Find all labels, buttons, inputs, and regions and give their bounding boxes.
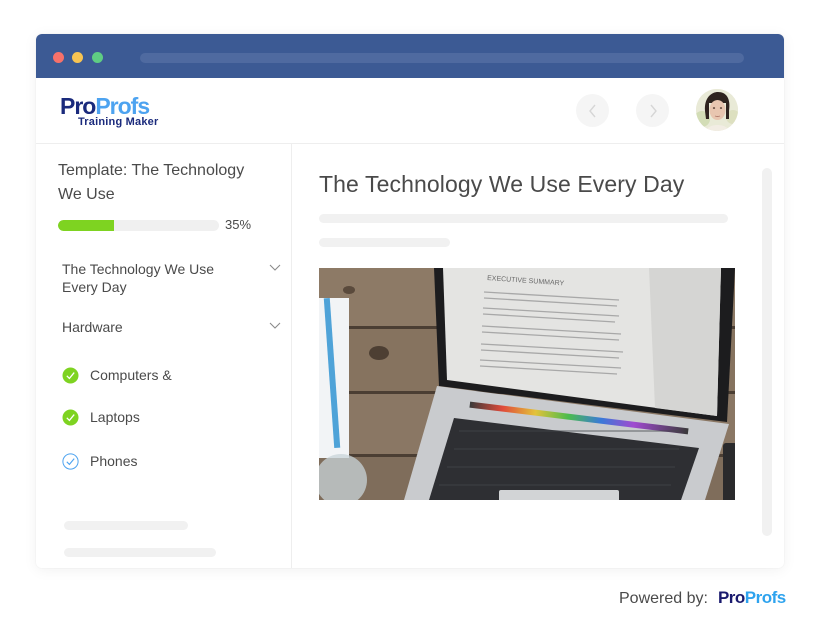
- maximize-window-button[interactable]: [92, 52, 103, 63]
- logo-product-name: Training Maker: [78, 116, 159, 128]
- check-circle-filled-icon: [62, 409, 79, 425]
- content-scrollbar[interactable]: [762, 168, 772, 536]
- sidebar-section-technology[interactable]: The Technology We Use Every Day: [62, 260, 282, 296]
- course-progress-fill: [58, 220, 115, 231]
- chevron-down-icon: [269, 264, 281, 271]
- placeholder-line: [319, 214, 728, 223]
- lesson-label: Laptops: [90, 409, 140, 425]
- course-progress-bar: [58, 220, 219, 231]
- sidebar-section-hardware[interactable]: Hardware: [62, 318, 282, 336]
- lesson-item-laptops[interactable]: Laptops: [62, 408, 140, 426]
- lesson-item-phones[interactable]: Phones: [62, 452, 137, 470]
- powered-by-label: Powered by:: [619, 590, 708, 607]
- lesson-title: The Technology We Use Every Day: [319, 171, 685, 197]
- previous-button[interactable]: [576, 94, 609, 127]
- check-circle-filled-icon: [62, 367, 79, 383]
- proprofs-training-maker-logo[interactable]: ProProfs Training Maker: [60, 95, 170, 129]
- placeholder-line: [64, 548, 216, 557]
- address-bar[interactable]: [140, 53, 744, 63]
- placeholder-line: [319, 238, 450, 247]
- placeholder-line: [64, 521, 188, 530]
- lesson-item-computers[interactable]: Computers &: [62, 366, 172, 384]
- powered-by-footer: Powered by: ProProfs: [619, 588, 786, 608]
- course-progress-label: 35%: [225, 217, 252, 232]
- lesson-content: The Technology We Use Every Day EXECUTIV…: [292, 144, 784, 568]
- close-window-button[interactable]: [53, 52, 64, 63]
- app-window: ProProfs Training Maker Template: The Te…: [36, 34, 784, 568]
- lesson-label: Phones: [90, 453, 138, 469]
- user-avatar[interactable]: [696, 89, 738, 131]
- section-label: The Technology We Use Every Day: [62, 261, 215, 295]
- lesson-image: EXECUTIVE SUMMARY: [319, 268, 735, 500]
- course-sidebar: Template: The Technology We Use 35% The …: [36, 144, 292, 568]
- chevron-down-icon: [269, 322, 281, 329]
- proprofs-footer-logo[interactable]: ProProfs: [718, 588, 786, 608]
- chevron-left-icon: [588, 104, 596, 117]
- browser-titlebar: [36, 34, 784, 78]
- footer-logo-pro: Pro: [717, 588, 745, 607]
- section-label: Hardware: [62, 319, 123, 335]
- laptop-on-desk-photo: EXECUTIVE SUMMARY: [319, 268, 735, 500]
- course-title: Template: The Technology We Use: [58, 162, 245, 203]
- user-avatar-photo: [696, 89, 738, 131]
- lesson-label: Computers &: [90, 367, 172, 383]
- minimize-window-button[interactable]: [72, 52, 83, 63]
- chevron-right-icon: [649, 104, 657, 117]
- app-header: ProProfs Training Maker: [36, 78, 784, 144]
- next-button[interactable]: [636, 94, 669, 127]
- footer-logo-profs: Profs: [744, 588, 786, 607]
- check-circle-outline-icon: [62, 452, 79, 470]
